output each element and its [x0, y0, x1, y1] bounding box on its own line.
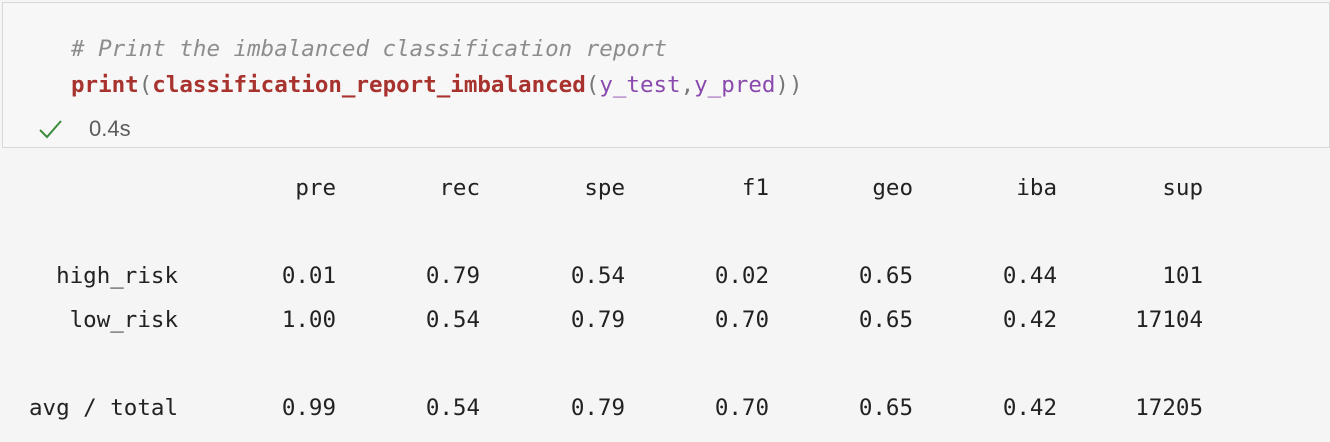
comma: ,: [680, 72, 695, 98]
cell-iba: 0.42: [1002, 307, 1057, 333]
cell-rec: 0.79: [425, 263, 480, 289]
row-label: low_risk: [69, 307, 178, 333]
header-f1: f1: [741, 175, 769, 201]
paren-open-inner: (: [585, 72, 600, 98]
execution-duration: 0.4s: [89, 116, 131, 141]
cell-geo: 0.65: [858, 395, 913, 421]
header-sup: sup: [1162, 175, 1203, 201]
cell-f1: 0.70: [714, 395, 769, 421]
cell-rec: 0.54: [425, 307, 480, 333]
report-row-high-risk: high_risk 0.01 0.79 0.54 0.02 0.65 0.44 …: [0, 258, 1330, 294]
report-row-low-risk: low_risk 1.00 0.54 0.79 0.70 0.65 0.42 1…: [0, 302, 1330, 338]
cell-iba: 0.42: [1002, 395, 1057, 421]
report-header-row: pre rec spe f1 geo iba sup: [0, 170, 1330, 206]
function-name: classification_report_imbalanced: [152, 72, 586, 98]
cell-sup: 17205: [1135, 395, 1203, 421]
cell-spe: 0.79: [570, 307, 625, 333]
print-keyword: print: [71, 72, 139, 98]
code-cell[interactable]: # Print the imbalanced classification re…: [2, 2, 1330, 148]
cell-f1: 0.02: [714, 263, 769, 289]
arg-y-pred: y_pred: [694, 72, 776, 98]
cell-sup: 17104: [1135, 307, 1203, 333]
cell-f1: 0.70: [714, 307, 769, 333]
cell-pre: 1.00: [281, 307, 336, 333]
execution-status: 0.4s: [37, 115, 131, 143]
cell-pre: 0.99: [281, 395, 336, 421]
header-spe: spe: [584, 175, 625, 201]
cell-geo: 0.65: [858, 307, 913, 333]
code-editor[interactable]: # Print the imbalanced classification re…: [71, 31, 803, 103]
check-icon: [37, 116, 63, 142]
cell-pre: 0.01: [281, 263, 336, 289]
cell-spe: 0.54: [570, 263, 625, 289]
report-row-total: avg / total 0.99 0.54 0.79 0.70 0.65 0.4…: [0, 390, 1330, 426]
row-label: avg / total: [28, 395, 178, 421]
paren-open: (: [138, 72, 153, 98]
paren-close: )): [775, 72, 803, 98]
header-rec: rec: [439, 175, 480, 201]
header-iba: iba: [1016, 175, 1057, 201]
header-pre: pre: [295, 175, 336, 201]
cell-rec: 0.54: [425, 395, 480, 421]
cell-iba: 0.44: [1002, 263, 1057, 289]
cell-geo: 0.65: [858, 263, 913, 289]
cell-sup: 101: [1162, 263, 1203, 289]
row-label: high_risk: [56, 263, 178, 289]
header-geo: geo: [872, 175, 913, 201]
arg-y-test: y_test: [599, 72, 681, 98]
code-comment: # Print the imbalanced classification re…: [71, 36, 668, 62]
cell-spe: 0.79: [570, 395, 625, 421]
cell-output: pre rec spe f1 geo iba sup high_risk 0.0…: [0, 150, 1330, 442]
